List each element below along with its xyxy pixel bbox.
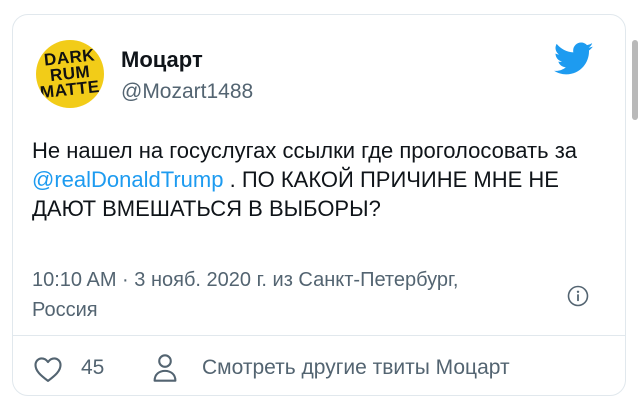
avatar-text-line-3: MATTE [39, 76, 101, 103]
tweet-text: Не нашел на госуслугах ссылки где прогол… [32, 136, 602, 223]
scrollbar[interactable] [632, 40, 638, 120]
more-tweets-link[interactable]: Смотреть другие твиты Моцарт [202, 356, 510, 380]
like-count[interactable]: 45 [81, 356, 104, 380]
info-icon[interactable] [567, 285, 589, 307]
tweet-text-part-1: Не нашел на госуслугах ссылки где прогол… [32, 138, 578, 163]
twitter-bird-icon[interactable] [554, 42, 594, 76]
tweet-meta[interactable]: 10:10 AM · 3 нояб. 2020 г. из Санкт-Пете… [32, 265, 502, 325]
divider [13, 335, 625, 336]
mention-link[interactable]: @realDonaldTrump [32, 167, 223, 192]
author-name[interactable]: Моцарт [121, 47, 203, 73]
avatar[interactable]: DARK RUM MATTE [36, 40, 104, 108]
author-handle[interactable]: @Mozart1488 [121, 80, 253, 104]
heart-icon[interactable] [33, 355, 63, 383]
profile-icon[interactable] [152, 353, 178, 383]
